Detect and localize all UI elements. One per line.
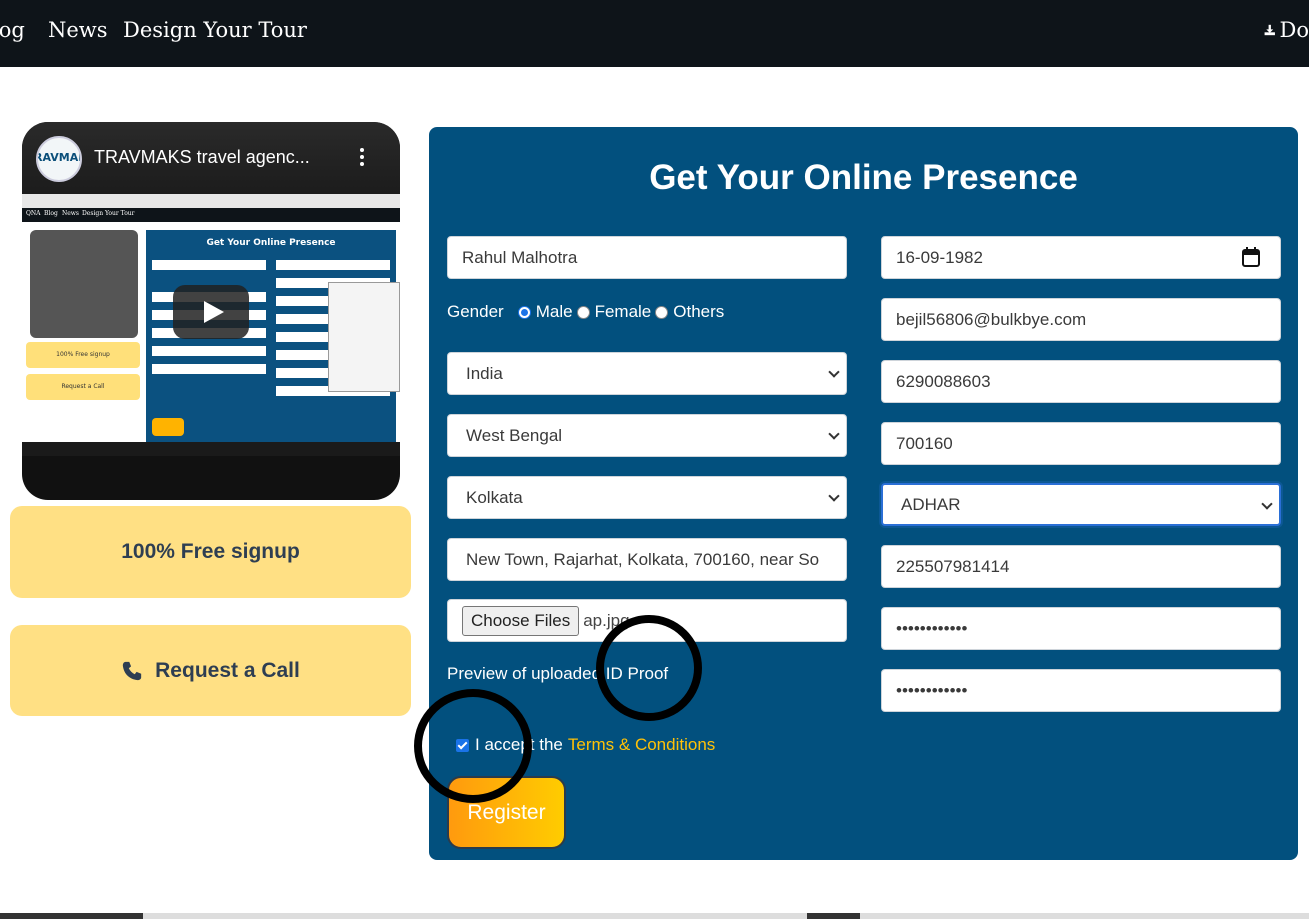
top-navbar: log News Design Your Tour Do [0,0,1309,67]
state-select[interactable]: West Bengal [447,414,847,457]
nav-design-tour-link[interactable]: Design Your Tour [123,18,307,42]
thumb-taskbar [22,442,400,456]
id-type-value: ADHAR [901,494,961,514]
pincode-input[interactable]: 700160 [881,422,1281,465]
free-signup-button[interactable]: 100% Free signup [10,506,411,598]
state-value: West Bengal [466,425,563,445]
download-icon [1264,24,1275,36]
nav-blog-link[interactable]: log [0,18,25,42]
thumb-request-call: Request a Call [26,374,140,400]
gender-label: Gender [447,302,504,321]
gender-male-radio[interactable] [517,305,531,319]
request-call-label: Request a Call [155,658,300,682]
email-field[interactable]: bejil56806@bulkbye.com [881,298,1281,341]
thumb-free-signup: 100% Free signup [26,342,140,368]
chevron-down-icon [1261,498,1273,510]
terms-link[interactable]: Terms & Conditions [568,735,715,755]
choose-files-button[interactable]: Choose Files [462,605,580,636]
id-number-input[interactable]: 225507981414 [881,545,1281,588]
dob-value: 16-09-1982 [896,247,983,267]
gender-female-label: Female [594,302,652,321]
password-input[interactable]: •••••••••••• [881,607,1281,650]
play-icon[interactable] [173,285,249,339]
city-value: Kolkata [466,487,523,507]
form-title: Get Your Online Presence [649,158,1078,197]
download-label: Do [1279,18,1309,42]
phone-icon [122,661,142,680]
confirm-password-input[interactable]: •••••••••••• [881,669,1281,712]
nav-download-link[interactable]: Do [1264,18,1309,42]
request-call-button[interactable]: Request a Call [10,625,411,716]
gender-others-radio[interactable] [655,305,669,319]
chevron-down-icon [828,490,840,502]
country-value: India [466,363,503,383]
gender-group: Gender Male Female Others [447,300,728,324]
thumb-navbar: QNA Blog News Design Your Tour [22,208,400,222]
chevron-down-icon [828,428,840,440]
country-select[interactable]: India [447,352,847,395]
name-input[interactable]: Rahul Malhotra [447,236,847,279]
thumb-notepad [328,282,400,392]
annotation-circle [414,689,532,803]
address-input[interactable]: New Town, Rajarhat, Kolkata, 700160, nea… [447,538,847,581]
nav-news-link[interactable]: News [48,18,108,42]
id-type-select[interactable]: ADHAR [881,483,1281,526]
gender-female-radio[interactable] [576,305,590,319]
gender-others-label: Others [673,302,725,321]
bottom-scrollbar [0,913,1309,919]
gender-male-label: Male [535,302,573,321]
annotation-circle [596,615,702,721]
thumb-form-title: Get Your Online Presence [206,238,336,248]
city-select[interactable]: Kolkata [447,476,847,519]
thumb-video-card [30,230,138,338]
dob-input[interactable]: 16-09-1982 [881,236,1281,279]
phone-input[interactable]: 6290088603 [881,360,1281,403]
free-signup-label: 100% Free signup [121,540,300,563]
chevron-down-icon [828,366,840,378]
calendar-icon[interactable] [1242,247,1260,267]
